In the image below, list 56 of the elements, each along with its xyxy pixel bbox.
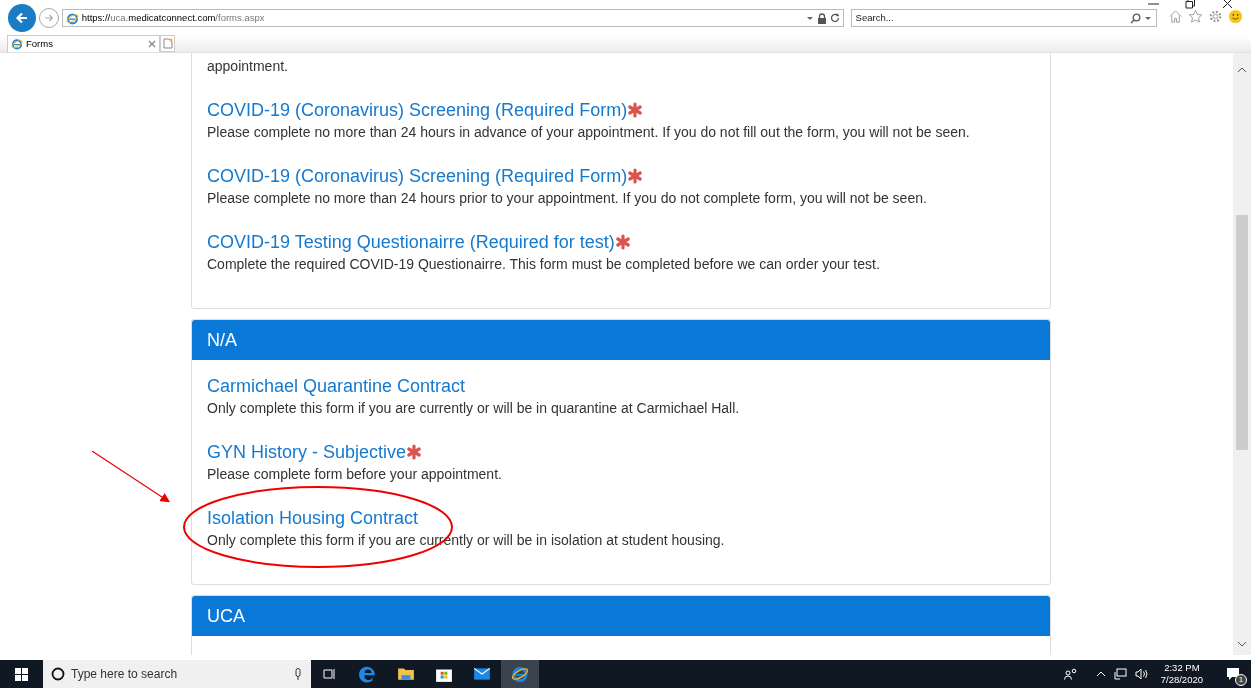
form-link[interactable]: COVID-19 (Coronavirus) Screening (Required Form) xyxy=(207,164,628,188)
url-text: https://uca.medicatconnect.com/forms.aspx xyxy=(81,10,265,25)
taskbar-search-field[interactable]: Type here to search xyxy=(43,660,311,688)
search-input[interactable]: Search... xyxy=(855,10,1130,26)
form-description: Please complete form before your appointment. xyxy=(207,465,503,484)
clock[interactable]: 2:32 PM 7/28/2020 xyxy=(1156,662,1207,686)
star-icon[interactable] xyxy=(1188,8,1203,24)
section-header: UCA xyxy=(192,596,1050,636)
browser-tab[interactable]: Forms xyxy=(7,35,160,52)
notification-center[interactable]: 1 xyxy=(1221,662,1245,686)
folder-icon[interactable] xyxy=(397,665,415,683)
browser-logo-icon xyxy=(511,665,529,683)
search-circle-icon xyxy=(51,667,65,681)
form-link[interactable]: COVID-19 Testing Questionairre (Required for test) xyxy=(207,230,615,254)
mail-icon[interactable] xyxy=(473,665,491,683)
form-description: Please complete no more than 24 hours prior to your appointment. If you do not complete form, you will not be seen. xyxy=(207,189,928,208)
active-taskbar-app[interactable] xyxy=(501,660,539,688)
browser-logo-icon xyxy=(65,11,79,25)
form-description: Complete the required COVID-19 Questionairre. This form must be completed before we can order your test. xyxy=(207,255,881,274)
section-header: N/A xyxy=(192,320,1050,360)
scroll-down-icon[interactable] xyxy=(1237,639,1247,649)
lock-icon xyxy=(816,12,827,24)
restore-icon[interactable] xyxy=(1185,0,1196,9)
task-view-icon[interactable] xyxy=(323,667,337,681)
chevron-up-icon[interactable] xyxy=(1095,669,1106,679)
form-link[interactable]: Carmichael Quarantine Contract xyxy=(207,374,466,398)
form-link[interactable]: GYN History - Subjective xyxy=(207,440,407,464)
back-arrow-icon xyxy=(13,10,30,26)
scrollbar[interactable] xyxy=(1233,53,1251,655)
tab-title: Forms xyxy=(26,36,53,51)
windows-start-icon[interactable] xyxy=(15,667,28,681)
people-icon[interactable] xyxy=(1063,668,1078,680)
speaker-icon[interactable] xyxy=(1134,668,1149,680)
dropdown-icon[interactable] xyxy=(1144,14,1152,22)
refresh-icon[interactable] xyxy=(829,13,840,23)
form-link[interactable]: Isolation Housing Contract xyxy=(207,506,419,530)
back-button[interactable] xyxy=(8,4,36,32)
address-bar[interactable]: https://uca.medicatconnect.com/forms.aspx xyxy=(61,9,844,27)
taskbar-search-input[interactable]: Type here to search xyxy=(71,665,287,683)
dropdown-icon[interactable] xyxy=(805,14,814,22)
microphone-icon[interactable] xyxy=(293,667,303,681)
notification-badge: 1 xyxy=(1235,674,1247,686)
notification-icon xyxy=(1226,667,1240,681)
scroll-up-icon[interactable] xyxy=(1237,65,1247,75)
forward-arrow-icon xyxy=(42,12,55,24)
form-link[interactable]: COVID-19 (Coronavirus) Screening (Required Form) xyxy=(207,98,628,122)
edge-browser-icon[interactable] xyxy=(359,665,377,683)
browser-logo-icon xyxy=(11,38,23,50)
form-description: Only complete this form if you are currently or will be in quarantine at Carmichael Hall. xyxy=(207,399,741,418)
smiley-icon[interactable] xyxy=(1228,8,1243,24)
search-icon[interactable] xyxy=(1130,12,1141,24)
close-icon[interactable] xyxy=(1222,0,1233,9)
form-description: appointment. xyxy=(207,57,289,76)
search-field[interactable]: Search... xyxy=(850,9,1157,27)
form-description: Please complete no more than 24 hours in advance of your appointment. If you do not fill out the form, you will not be seen. xyxy=(207,123,971,142)
network-icon[interactable] xyxy=(1113,668,1127,680)
